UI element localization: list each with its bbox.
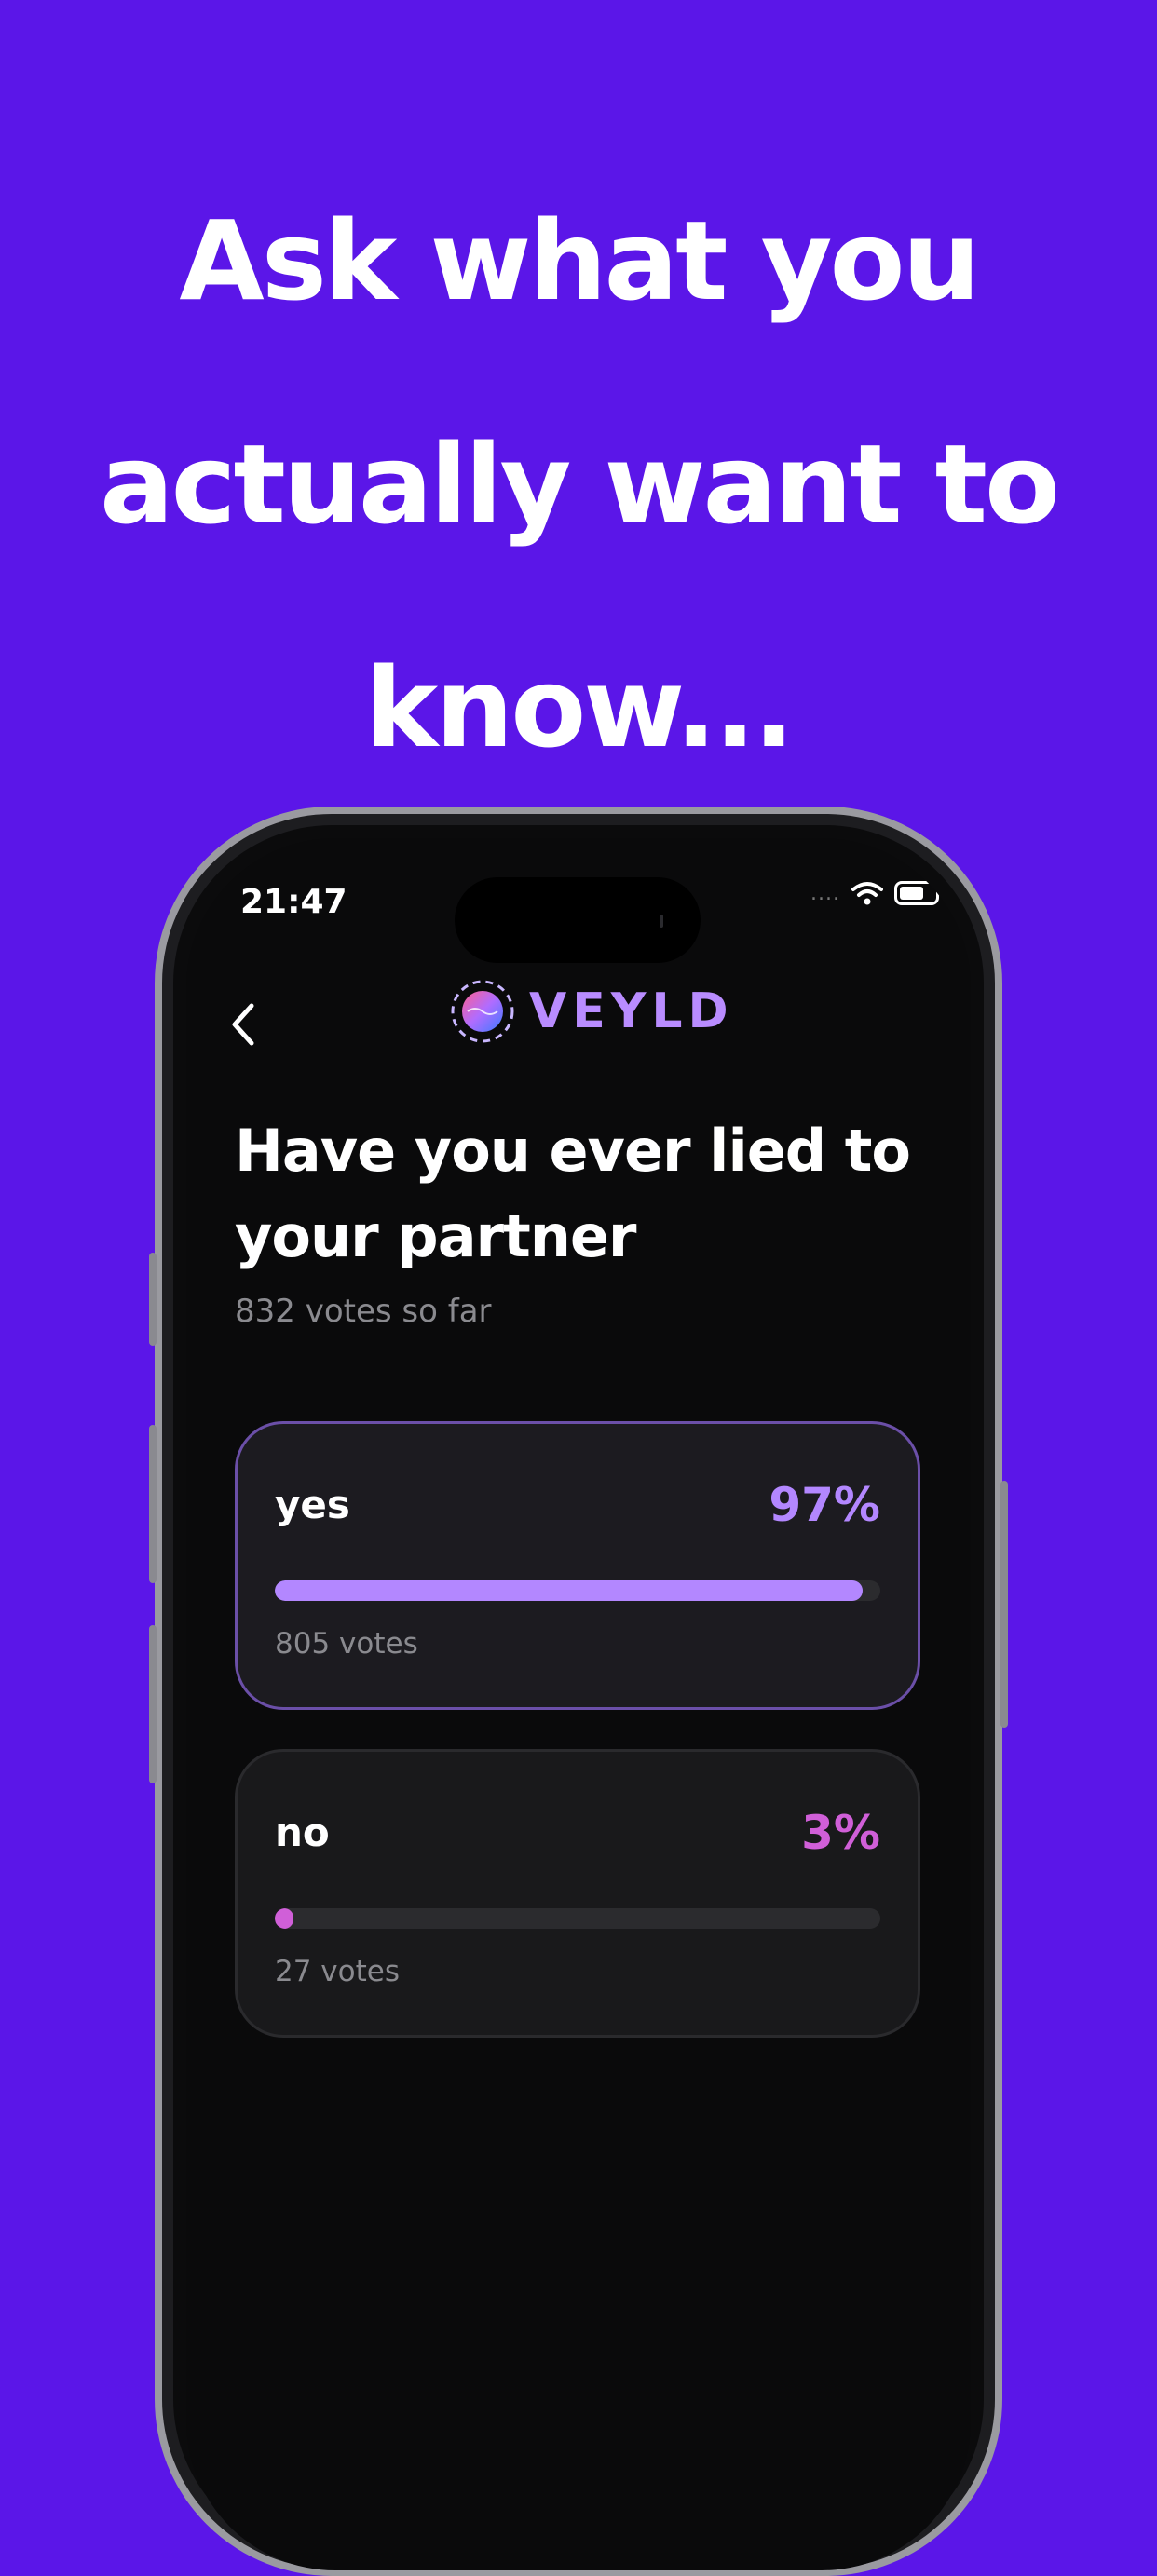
- result-bar-track: [275, 1908, 880, 1929]
- option-vote-count: 27 votes: [275, 1955, 400, 1988]
- app-logo: VEYLD: [449, 978, 734, 1045]
- poll-option-no[interactable]: no 3% 27 votes: [235, 1749, 920, 2038]
- result-bar-fill: [275, 1580, 863, 1601]
- battery-level: [900, 887, 924, 900]
- result-bar-track: [275, 1580, 880, 1601]
- phone-screen: 21:47 .... VEYLD Have you ever lied to y…: [186, 838, 971, 2570]
- island-sensor: [660, 915, 663, 928]
- phone-volume-down-button: [149, 1625, 157, 1783]
- wifi-icon: [851, 882, 883, 905]
- promo-headline: Ask what you actually want to know...: [0, 149, 1157, 820]
- signal-icon: ....: [810, 881, 840, 905]
- total-vote-count: 832 votes so far: [235, 1293, 492, 1330]
- phone-volume-up-button: [149, 1425, 157, 1583]
- logo-wordmark: VEYLD: [529, 983, 734, 1039]
- poll-question: Have you ever lied to your partner: [235, 1117, 911, 1270]
- option-label: yes: [275, 1482, 350, 1527]
- poll-option-yes[interactable]: yes 97% 805 votes: [235, 1421, 920, 1710]
- battery-icon: [894, 881, 939, 905]
- option-vote-count: 805 votes: [275, 1627, 418, 1661]
- status-icons: ....: [810, 881, 939, 905]
- dynamic-island: [455, 877, 701, 963]
- option-percent: 97%: [769, 1478, 880, 1532]
- option-label: no: [275, 1810, 330, 1855]
- headline-line-1: Ask what you: [179, 197, 980, 325]
- logo-mark-icon: [451, 980, 514, 1043]
- phone-power-button: [1000, 1481, 1008, 1728]
- status-time: 21:47: [240, 883, 347, 921]
- headline-line-2: actually want to: [99, 420, 1060, 549]
- phone-side-button: [149, 1253, 157, 1346]
- option-percent: 3%: [801, 1806, 880, 1860]
- result-bar-fill: [275, 1908, 293, 1929]
- chevron-left-icon[interactable]: [224, 997, 261, 1052]
- headline-line-3: know...: [364, 644, 796, 772]
